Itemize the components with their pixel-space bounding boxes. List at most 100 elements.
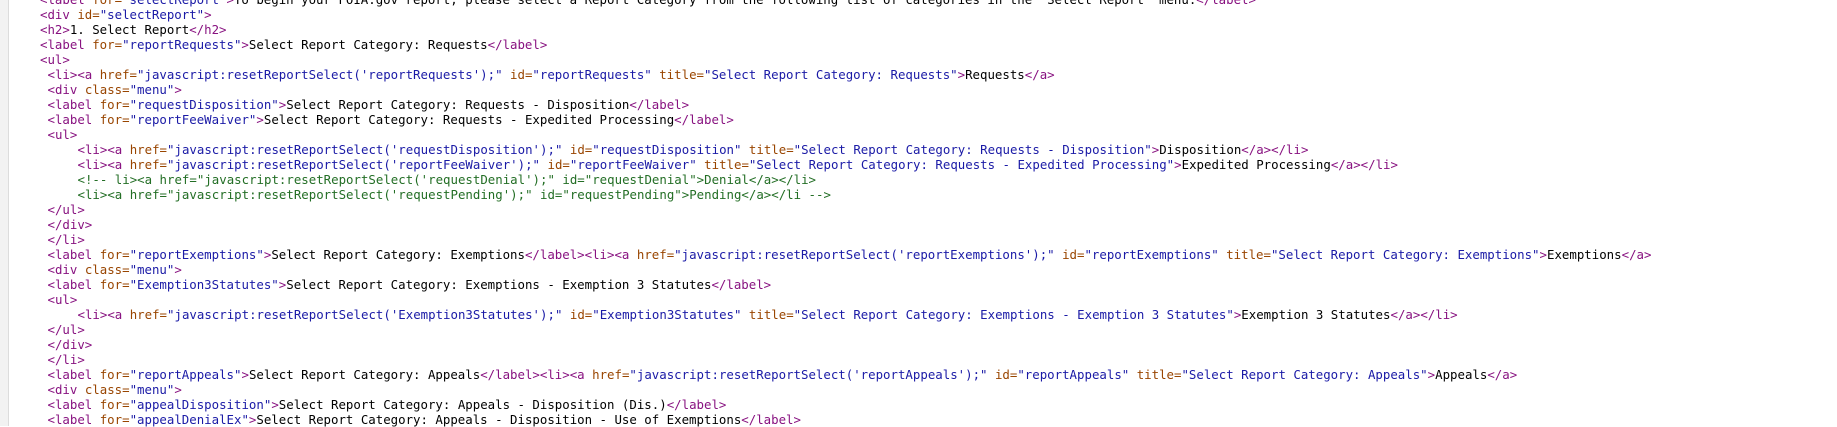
text-content: Requests (965, 67, 1025, 82)
html-tag: > (204, 7, 212, 22)
attribute-value: "reportAppeals" (1017, 367, 1130, 382)
html-attribute: id= (562, 307, 593, 322)
html-tag: <label (47, 412, 100, 427)
html-comment: <li><a href="javascript:resetReportSelec… (77, 187, 831, 202)
code-line: <label for="Exemption3Statutes">Select R… (40, 277, 1837, 292)
text-content: Exemptions (1547, 247, 1622, 262)
html-comment: <!-- li><a href="javascript:resetReportS… (77, 172, 817, 187)
html-attribute: class= (84, 82, 130, 97)
html-tag: </ul> (47, 322, 85, 337)
code-line: <label for="appealDenialEx">Select Repor… (40, 412, 1837, 427)
html-tag: </h2> (189, 22, 227, 37)
html-tag: <label (40, 37, 93, 52)
text-content: Disposition (1159, 142, 1242, 157)
attribute-value: "javascript:resetReportSelect('Exemption… (167, 307, 563, 322)
html-tag: > (174, 262, 182, 277)
attribute-value: "Select Report Category: Requests" (703, 67, 958, 82)
html-attribute: for= (92, 0, 122, 7)
source-code-view[interactable]: <label for="selectReport">To begin your … (40, 0, 1837, 427)
code-line: <div class="menu"> (40, 82, 1837, 97)
html-attribute: for= (99, 412, 130, 427)
attribute-value: "reportExemptions" (1084, 247, 1219, 262)
html-tag: </a></li> (1241, 142, 1309, 157)
html-attribute: id= (1054, 247, 1085, 262)
html-tag: <label (47, 367, 100, 382)
html-tag: </div> (47, 217, 93, 232)
html-tag: <div (47, 262, 85, 277)
attribute-value: "menu" (129, 82, 175, 97)
html-tag: </a> (1024, 67, 1055, 82)
code-line: <label for="appealDisposition">Select Re… (40, 397, 1837, 412)
html-tag: <li><a (47, 67, 100, 82)
html-tag: </label> (629, 97, 690, 112)
html-attribute: for= (99, 97, 130, 112)
html-tag: <label (47, 112, 100, 127)
html-tag: <ul> (47, 127, 78, 142)
attribute-value: "reportExemptions" (129, 247, 264, 262)
attribute-value: "Select Report Category: Requests - Disp… (793, 142, 1152, 157)
html-tag: </label> (487, 37, 548, 52)
code-line: <li><a href="javascript:resetReportSelec… (40, 187, 1837, 202)
text-content: Select Report Category: Exemptions - Exe… (286, 277, 712, 292)
html-attribute: for= (99, 112, 130, 127)
code-line: <label for="reportExemptions">Select Rep… (40, 247, 1837, 262)
html-attribute: for= (99, 247, 130, 262)
html-tag: </label><li><a (480, 367, 593, 382)
html-attribute: title= (1129, 367, 1182, 382)
html-attribute: title= (741, 142, 794, 157)
html-tag: > (174, 82, 182, 97)
html-tag: <ul> (47, 292, 78, 307)
html-tag: </label><li><a (524, 247, 637, 262)
attribute-value: "requestDisposition" (129, 97, 279, 112)
code-line: </li> (40, 232, 1837, 247)
attribute-value: "javascript:resetReportSelect('reportApp… (629, 367, 988, 382)
attribute-value: "reportRequests" (122, 37, 242, 52)
html-attribute: id= (562, 142, 593, 157)
html-tag: <li><a (77, 307, 130, 322)
html-tag: > (957, 67, 966, 82)
html-attribute: id= (77, 7, 100, 22)
html-tag: > (241, 367, 249, 382)
html-tag: > (271, 397, 279, 412)
code-line: </div> (40, 337, 1837, 352)
html-attribute: for= (99, 277, 130, 292)
html-tag: <label (47, 277, 100, 292)
attribute-value: "menu" (129, 262, 175, 277)
html-attribute: class= (84, 262, 130, 277)
attribute-value: "appealDisposition" (129, 397, 272, 412)
code-line: <li><a href="javascript:resetReportSelec… (40, 67, 1837, 82)
html-tag: </a></li> (1330, 157, 1398, 172)
html-attribute: title= (1218, 247, 1271, 262)
html-tag: > (241, 37, 249, 52)
html-tag: </li> (47, 352, 85, 367)
attribute-value: "Select Report Category: Appeals" (1181, 367, 1428, 382)
html-attribute: href= (129, 157, 168, 172)
code-line: <label for="reportFeeWaiver">Select Repo… (40, 112, 1837, 127)
html-tag: > (1427, 367, 1436, 382)
code-line: <label for="selectReport">To begin your … (40, 0, 1837, 7)
attribute-value: "reportFeeWaiver" (129, 112, 257, 127)
html-attribute: title= (696, 157, 749, 172)
attribute-value: "requestDisposition" (592, 142, 742, 157)
html-tag: > (174, 382, 182, 397)
html-attribute: id= (502, 67, 533, 82)
code-line: <ul> (40, 292, 1837, 307)
code-line: </ul> (40, 202, 1837, 217)
html-tag: <li><a (77, 142, 130, 157)
html-tag: </label> (1196, 0, 1256, 7)
code-line: </ul> (40, 322, 1837, 337)
html-tag: </a></li> (1390, 307, 1458, 322)
attribute-value: "Exemption3Statutes" (592, 307, 742, 322)
code-line: <ul> (40, 127, 1837, 142)
html-attribute: href= (636, 247, 675, 262)
text-content: To begin your FOIA.gov report, please se… (234, 0, 1196, 7)
code-line: <label for="reportAppeals">Select Report… (40, 367, 1837, 382)
attribute-value: "appealDenialEx" (129, 412, 249, 427)
code-line: </div> (40, 217, 1837, 232)
html-attribute: href= (129, 142, 168, 157)
attribute-value: "javascript:resetReportSelect('requestDi… (167, 142, 563, 157)
attribute-value: "Select Report Category: Requests - Expe… (748, 157, 1175, 172)
html-tag: <label (40, 0, 92, 7)
attribute-value: "reportFeeWaiver" (569, 157, 697, 172)
code-line: <label for="reportRequests">Select Repor… (40, 37, 1837, 52)
